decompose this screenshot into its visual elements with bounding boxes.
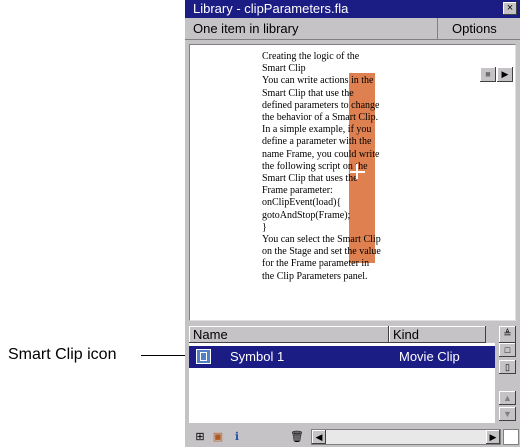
properties-icon[interactable]: ℹ	[230, 430, 244, 444]
library-item-row[interactable]: Symbol 1 Movie Clip	[189, 346, 495, 368]
smart-clip-icon-callout: Smart Clip icon	[8, 346, 117, 363]
preview-line: Frame parameter:	[262, 185, 333, 197]
preview-line: gotoAndStop(Frame);	[262, 209, 351, 221]
preview-line: You can select the Smart Clip	[262, 234, 381, 246]
preview-line: Smart Clip	[262, 63, 306, 75]
scroll-right-button[interactable]: ▶	[486, 430, 500, 444]
preview-line: define a parameter with the	[262, 136, 372, 148]
scroll-left-button[interactable]: ◀	[312, 430, 326, 444]
scroll-down-button[interactable]: ▼	[499, 407, 516, 421]
preview-line: onClipEvent(load){	[262, 197, 342, 209]
preview-line: the behavior of a Smart Clip.	[262, 112, 379, 124]
resize-grip[interactable]	[503, 429, 519, 445]
item-name: Symbol 1	[230, 349, 285, 364]
horizontal-scrollbar[interactable]: ◀ ▶	[311, 429, 501, 445]
preview-line: name Frame, you could write	[262, 148, 380, 160]
stop-button[interactable]: ■	[480, 67, 496, 82]
new-symbol-icon[interactable]: ⊞	[193, 430, 207, 444]
column-header-name[interactable]: Name	[189, 326, 389, 343]
preview-line: Smart Clip that use the	[262, 87, 354, 99]
callout-leader-line	[141, 355, 185, 356]
smart-clip-icon	[196, 349, 211, 364]
play-button[interactable]: ▶	[497, 67, 513, 82]
new-folder-icon[interactable]: ▣	[211, 430, 225, 444]
column-header-kind[interactable]: Kind	[389, 326, 486, 343]
preview-line: defined parameters to change	[262, 99, 380, 111]
preview-line: In a simple example, if you	[262, 124, 372, 136]
preview-line: }	[262, 221, 267, 233]
preview-text-block: Creating the logic of the Smart Clip You…	[262, 51, 424, 283]
delete-icon[interactable]: 🗑	[290, 430, 304, 444]
preview-line: the following script on the	[262, 160, 368, 172]
library-panel: Library - clipParameters.fla × One item …	[185, 0, 520, 447]
library-item-list: Symbol 1 Movie Clip	[189, 343, 495, 423]
window-titlebar[interactable]: Library - clipParameters.fla ×	[185, 0, 520, 18]
crosshair-icon-vertical	[356, 164, 358, 179]
preview-line: the Clip Parameters panel.	[262, 270, 368, 282]
list-header: Name Kind ≜	[189, 326, 516, 343]
preview-line: on the Stage and set the value	[262, 246, 381, 258]
wide-view-button[interactable]: □	[499, 343, 516, 357]
narrow-view-button[interactable]: ▯	[499, 360, 516, 374]
preview-line: You can write actions in the	[262, 75, 374, 87]
close-button[interactable]: ×	[503, 2, 517, 15]
library-infobar: One item in library Options	[185, 18, 520, 40]
preview-line: for the Frame parameter in	[262, 258, 370, 270]
symbol-preview-pane: Creating the logic of the Smart Clip You…	[189, 44, 516, 321]
scroll-up-button[interactable]: ▲	[499, 391, 516, 405]
sort-order-button[interactable]: ≜	[499, 326, 516, 343]
library-bottom-toolbar: ⊞ ▣ ℹ 🗑 ◀ ▶	[185, 427, 520, 447]
item-count-text: One item in library	[193, 21, 299, 36]
preview-line: Smart Clip that uses the	[262, 173, 358, 185]
options-menu-button[interactable]: Options	[437, 18, 520, 39]
preview-line: Creating the logic of the	[262, 51, 360, 62]
list-side-controls: □ ▯ ▲ ▼	[499, 343, 516, 423]
item-kind: Movie Clip	[399, 349, 460, 364]
window-title: Library - clipParameters.fla	[193, 1, 349, 16]
